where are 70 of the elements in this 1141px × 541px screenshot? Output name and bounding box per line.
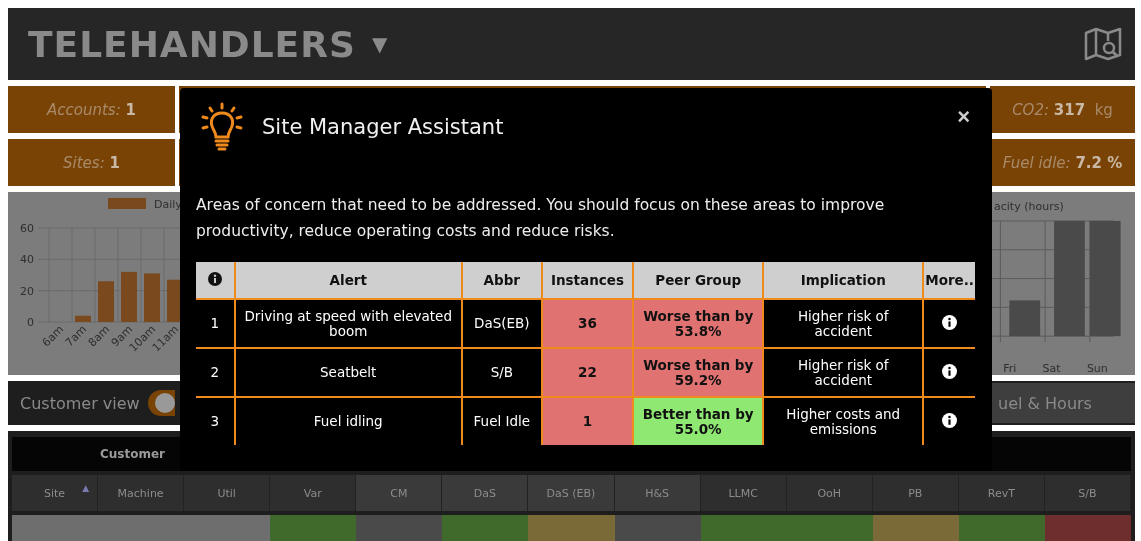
column-header: More.. — [923, 262, 975, 299]
legend-swatch — [108, 198, 146, 209]
table-cell: 36 — [541, 299, 634, 348]
column-header[interactable]: Site ▲ — [12, 475, 99, 511]
table-cell: Fuel Idle — [461, 397, 542, 445]
column-header: Instances — [541, 262, 634, 299]
table-cell: Worse than by 59.2% — [633, 348, 764, 397]
column-header: Implication — [763, 262, 924, 299]
column-header[interactable]: LLMC — [700, 475, 787, 511]
info-icon[interactable] — [942, 412, 958, 428]
info-icon[interactable] — [942, 314, 958, 330]
column-header[interactable]: Var — [270, 475, 357, 511]
chart-bar — [75, 315, 91, 322]
column-header: Alert — [234, 262, 462, 299]
stat-text: CO2: 317 kg — [1012, 100, 1113, 119]
page-title: TELEHANDLERS — [28, 23, 356, 65]
table-cell: Fuel idling — [234, 397, 462, 445]
column-header[interactable]: S/B — [1044, 475, 1131, 511]
table-title: Customer — [100, 447, 166, 461]
fuel-hours-button[interactable]: uel & Hours — [990, 383, 1135, 423]
table-cell: 22 — [541, 348, 634, 397]
stat-text: Accounts: 1 — [47, 100, 136, 119]
column-header[interactable]: DaS — [442, 475, 529, 511]
table-cell: 1 — [196, 299, 235, 348]
column-header[interactable]: H&S — [614, 475, 701, 511]
column-header[interactable]: PB — [872, 475, 959, 511]
column-header[interactable]: CM — [356, 475, 443, 511]
legend-label: Daily — [154, 198, 182, 211]
dropdown-caret[interactable]: ▼ — [371, 32, 388, 56]
table-cell: 1 — [541, 397, 634, 445]
axis-category-label: Sun — [1086, 362, 1108, 375]
lightbulb-icon — [200, 102, 244, 152]
stat-text: Sites: 1 — [63, 153, 120, 172]
column-header[interactable]: Util — [184, 475, 271, 511]
table-cell: Higher costs and emissions — [763, 397, 924, 445]
axis-category-label: Sat — [1042, 362, 1061, 375]
map-search-icon[interactable] — [1083, 27, 1123, 61]
stat-text: Fuel idle: 7.2 % — [1002, 153, 1123, 172]
info-icon[interactable] — [942, 363, 958, 379]
toggle-label: Customer view — [20, 393, 140, 413]
column-header[interactable]: DaS (EB) — [528, 475, 615, 511]
chart-bar — [121, 271, 137, 322]
column-header[interactable]: OoH — [786, 475, 873, 511]
chart-bar — [144, 273, 160, 322]
chart-bar — [98, 281, 114, 322]
table-cell: 3 — [196, 397, 235, 445]
legend-label: acity (hours) — [993, 199, 1065, 213]
table-cell: Higher risk of accident — [763, 299, 924, 348]
axis-tick-label: 20 — [20, 284, 34, 298]
axis-tick-label: 60 — [20, 222, 34, 235]
table-cell: Seatbelt — [234, 348, 462, 397]
dialog-title: Site Manager Assistant — [262, 115, 504, 139]
column-header[interactable]: Machine — [98, 475, 185, 511]
axis-tick-label: 40 — [20, 253, 34, 267]
table-cell: 2 — [196, 348, 235, 397]
table-cell: S/B — [461, 348, 542, 397]
column-header[interactable]: RevT — [958, 475, 1045, 511]
table-cell: Worse than by 53.8% — [633, 299, 764, 348]
intro-text: Areas of concern that need to be addressed. You should focus on these areas to improve productivity, reduce operating costs and reduce risks. — [196, 195, 886, 242]
axis-category-label: Fri — [1003, 362, 1017, 375]
table-cell: Higher risk of accident — [763, 348, 924, 397]
column-header: Abbr — [461, 262, 542, 299]
toggle-switch[interactable] — [147, 390, 175, 416]
column-header: Peer Group — [633, 262, 764, 299]
close-button[interactable]: × — [951, 104, 976, 130]
axis-tick-label: 0 — [27, 316, 34, 329]
table-cell: DaS(EB) — [461, 299, 542, 348]
info-icon — [207, 271, 222, 286]
table-cell: Better than by 55.0% — [633, 397, 764, 445]
table-cell: Driving at speed with elevated boom — [234, 299, 462, 348]
